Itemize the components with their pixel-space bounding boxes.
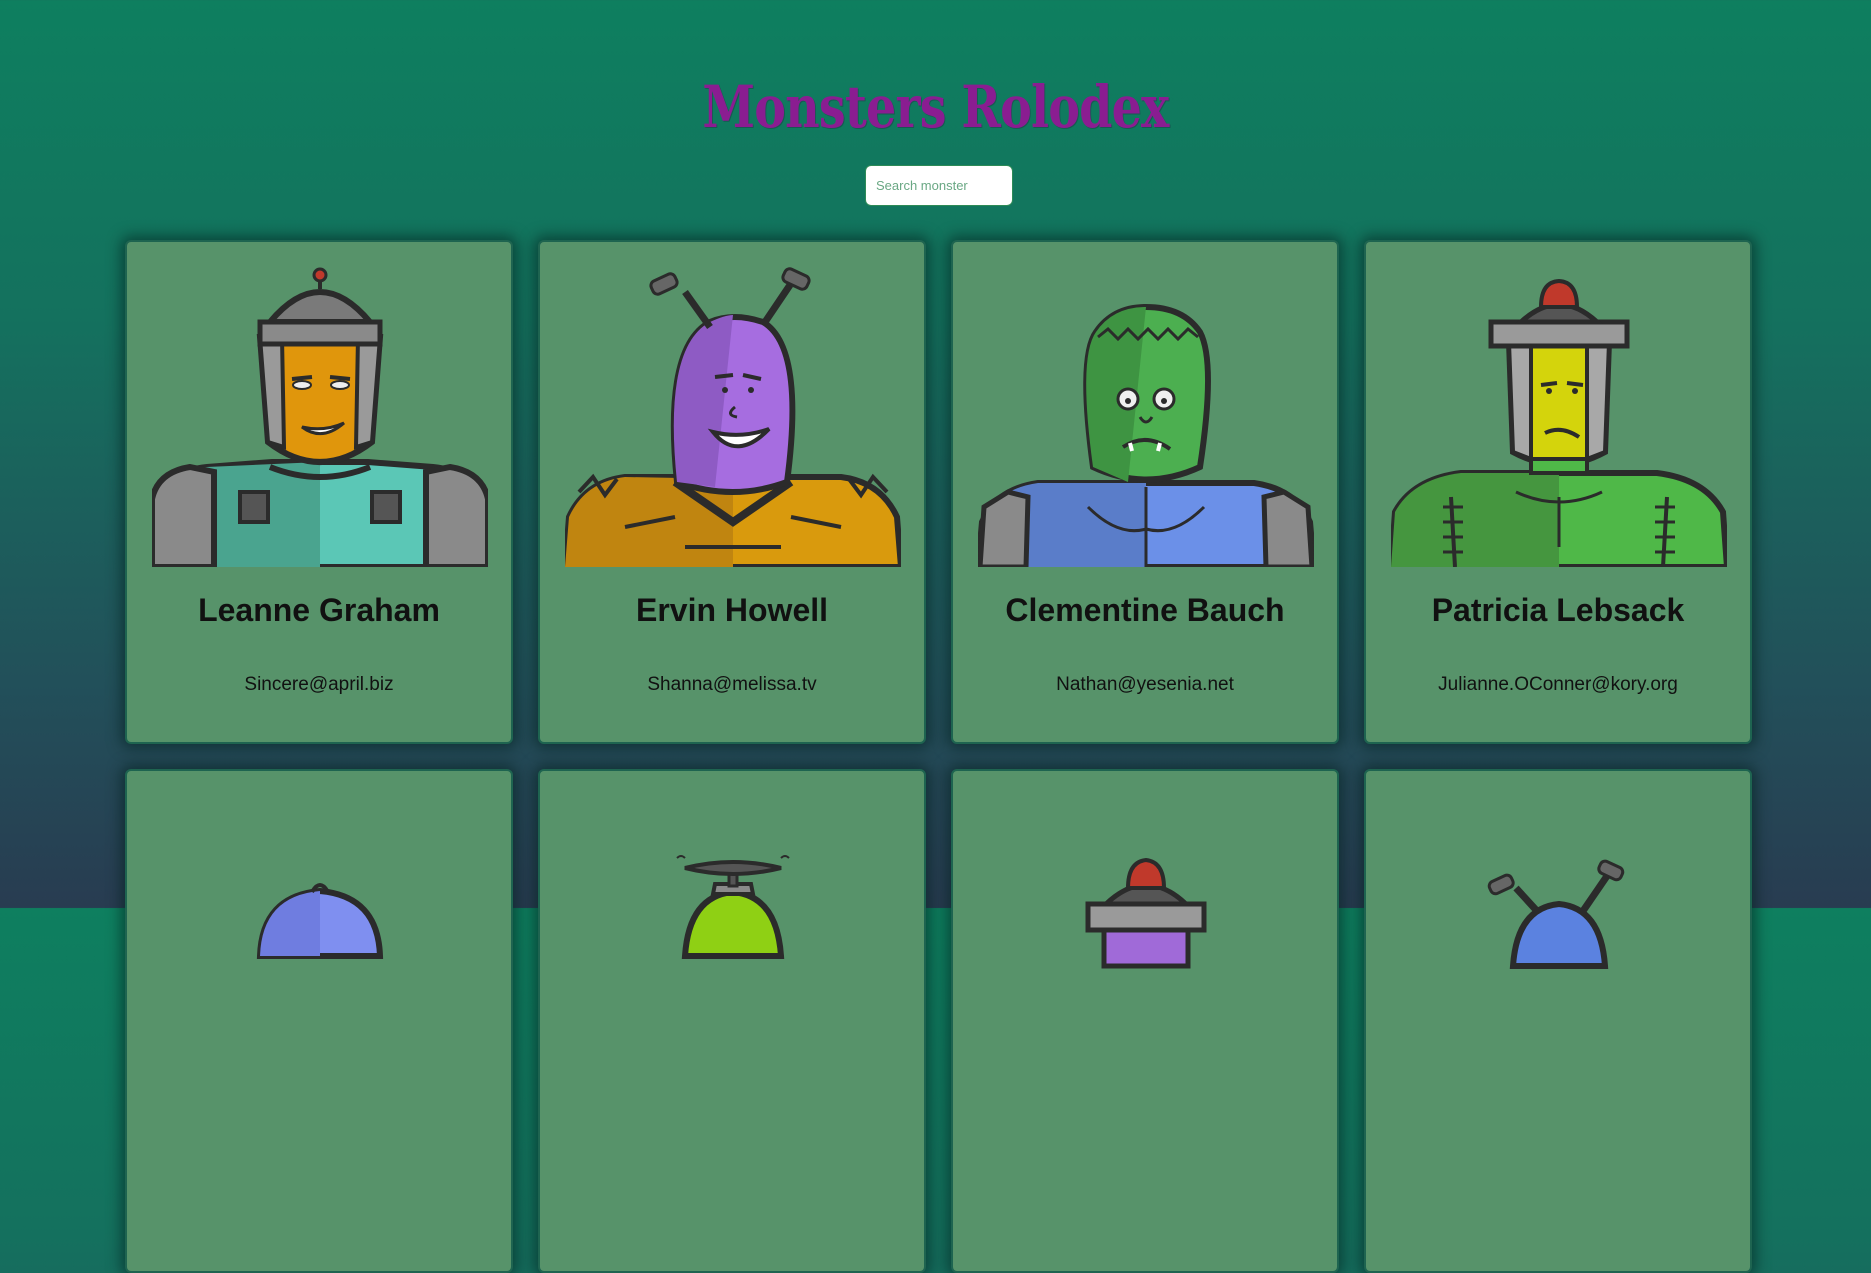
page-title: Monsters Rolodex (702, 72, 1169, 141)
siren-monster-icon (1391, 278, 1727, 567)
monster-card[interactable] (538, 769, 926, 1273)
monster-email: Nathan@yesenia.net (1056, 674, 1234, 695)
card-list: Leanne Graham Sincere@april.biz Ervin Ho… (125, 240, 1752, 1273)
robot-monster-icon (152, 267, 488, 567)
frankenstein-monster-icon (978, 303, 1314, 567)
monster-card[interactable] (125, 769, 513, 1273)
monster-name: Ervin Howell (635, 592, 829, 628)
monster-name: Clementine Bauch (1005, 592, 1285, 628)
propeller-monster-icon (676, 855, 790, 959)
monster-card[interactable]: Patricia Lebsack Julianne.OConner@kory.o… (1364, 240, 1752, 744)
siren-monster-icon (1085, 857, 1207, 969)
monster-card[interactable]: Leanne Graham Sincere@april.biz (125, 240, 513, 744)
monster-name: Leanne Graham (198, 592, 440, 628)
monster-card[interactable]: Ervin Howell Shanna@melissa.tv (538, 240, 926, 744)
monster-card[interactable]: Clementine Bauch Nathan@yesenia.net (951, 240, 1339, 744)
antenna-monster-icon (565, 267, 901, 567)
monster-email: Shanna@melissa.tv (647, 674, 817, 695)
monster-card[interactable] (1364, 769, 1752, 1273)
antenna-monster-icon (1487, 859, 1625, 969)
monster-card[interactable] (951, 769, 1339, 1273)
monster-name: Patricia Lebsack (1431, 592, 1685, 628)
blob-monster-icon (256, 883, 384, 959)
search-input[interactable] (865, 165, 1013, 206)
monster-email: Sincere@april.biz (244, 674, 394, 695)
monster-email: Julianne.OConner@kory.org (1438, 674, 1678, 695)
